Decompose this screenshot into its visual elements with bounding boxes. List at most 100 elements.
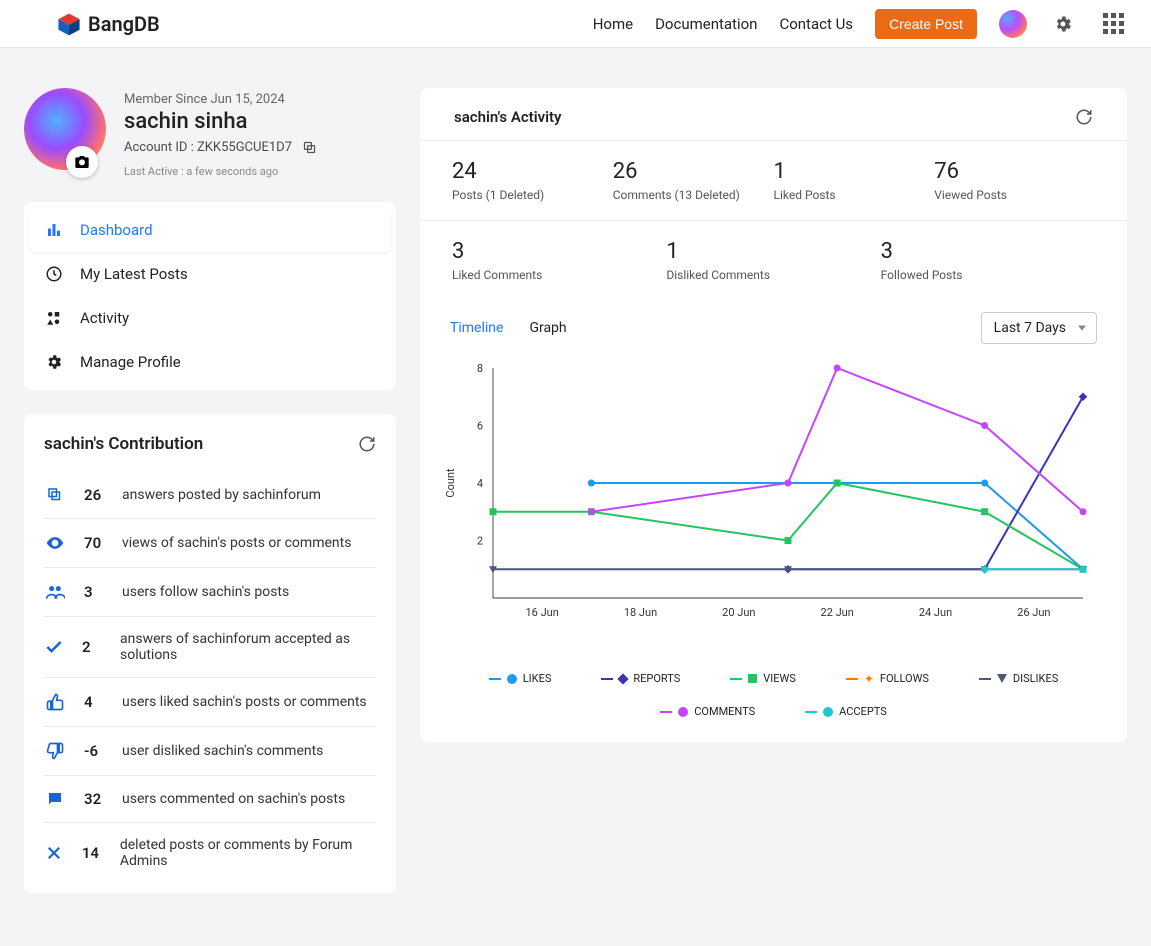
svg-text:26 Jun: 26 Jun (1017, 606, 1050, 619)
check-icon (44, 637, 64, 657)
legend-label: LIKES (523, 672, 552, 685)
legend-label: FOLLOWS (880, 672, 929, 685)
copy-icon[interactable] (302, 140, 317, 155)
sidebar-item-label: Activity (80, 309, 129, 327)
stats-row-top: 24Posts (1 Deleted)26Comments (13 Delete… (420, 140, 1127, 220)
comment-icon (44, 790, 66, 808)
stat-value: 3 (881, 239, 1095, 264)
legend-item[interactable]: ✦FOLLOWS (846, 672, 929, 685)
contribution-row: 4 users liked sachin's posts or comments (44, 678, 376, 727)
contribution-count: 2 (82, 638, 102, 656)
stat: 76Viewed Posts (934, 159, 1095, 202)
contribution-row: 26 answers posted by sachinforum (44, 472, 376, 519)
svg-text:22 Jun: 22 Jun (821, 606, 854, 619)
contribution-title: sachin's Contribution (44, 434, 203, 454)
contribution-card: sachin's Contribution 26 answers posted … (24, 414, 396, 893)
contribution-row: 32 users commented on sachin's posts (44, 776, 376, 823)
chart-tabs: Timeline Graph Last 7 Days (420, 300, 1127, 348)
refresh-icon[interactable] (1075, 108, 1093, 126)
contribution-text: users follow sachin's posts (122, 584, 289, 600)
stat-value: 3 (452, 239, 666, 264)
activity-card: sachin's Activity 24Posts (1 Deleted)26C… (420, 88, 1127, 742)
account-id: Account ID : ZKK55GCUE1D7 (124, 140, 292, 155)
contribution-count: 4 (84, 693, 104, 711)
nav-home[interactable]: Home (593, 15, 633, 33)
tab-timeline[interactable]: Timeline (450, 320, 503, 336)
contribution-count: 14 (82, 844, 102, 862)
svg-text:8: 8 (477, 362, 483, 375)
legend-item[interactable]: ACCEPTS (805, 705, 887, 718)
profile-summary: Member Since Jun 15, 2024 sachin sinha A… (24, 88, 396, 178)
sidebar-item-manage-profile[interactable]: Manage Profile (30, 340, 390, 384)
member-since: Member Since Jun 15, 2024 (124, 92, 317, 107)
apps-grid-icon (1103, 13, 1124, 34)
contribution-row: -6 user disliked sachin's comments (44, 727, 376, 776)
chart-legend: LIKES REPORTS VIEWS ✦FOLLOWS DISLIKES COMMENT… (438, 662, 1109, 718)
stat: 24 Posts (1 Deleted) (452, 159, 613, 202)
svg-text:18 Jun: 18 Jun (624, 606, 657, 619)
svg-text:Count: Count (444, 468, 457, 498)
contribution-text: answers posted by sachinforum (122, 487, 321, 503)
sidebar-item-label: My Latest Posts (80, 265, 188, 283)
bar-chart-icon (45, 221, 63, 239)
legend-item[interactable]: DISLIKES (979, 672, 1058, 685)
sidebar-nav: Dashboard My Latest Posts Activity Manag… (24, 202, 396, 390)
settings-button[interactable] (1049, 10, 1077, 38)
contribution-text: deleted posts or comments by Forum Admin… (120, 837, 376, 869)
legend-item[interactable]: REPORTS (601, 672, 680, 685)
user-avatar[interactable] (999, 10, 1027, 38)
tab-graph[interactable]: Graph (529, 320, 566, 336)
top-bar: BangDB Home Documentation Contact Us Cre… (0, 0, 1151, 48)
gear-icon (1053, 14, 1073, 34)
legend-label: ACCEPTS (839, 705, 887, 718)
gear-icon (45, 353, 63, 371)
sidebar-item-latest-posts[interactable]: My Latest Posts (30, 252, 390, 296)
refresh-icon[interactable] (358, 435, 376, 453)
contribution-row: 2 answers of sachinforum accepted as sol… (44, 617, 376, 678)
nav-contact[interactable]: Contact Us (779, 15, 853, 33)
stat-label: Followed Posts (881, 268, 1095, 282)
stat-label: Posts (1 Deleted) (452, 188, 613, 202)
sidebar-item-activity[interactable]: Activity (30, 296, 390, 340)
top-nav: Home Documentation Contact Us Create Pos… (593, 9, 1127, 39)
contribution-count: 3 (84, 583, 104, 601)
stat-value: 24 (452, 159, 613, 184)
legend-label: REPORTS (633, 672, 680, 685)
legend-label: VIEWS (763, 672, 796, 685)
contribution-text: answers of sachinforum accepted as solut… (120, 631, 376, 663)
svg-text:16 Jun: 16 Jun (526, 606, 559, 619)
legend-item[interactable]: LIKES (489, 672, 552, 685)
stats-row-bottom: 3Liked Comments1Disliked Comments3Follow… (420, 220, 1127, 300)
users-icon (44, 582, 66, 602)
apps-button[interactable] (1099, 10, 1127, 38)
camera-icon (74, 154, 90, 170)
brand-logo[interactable]: BangDB (56, 11, 160, 37)
contribution-text: users commented on sachin's posts (122, 791, 345, 807)
svg-text:2: 2 (477, 535, 483, 548)
legend-item[interactable]: VIEWS (730, 672, 796, 685)
activity-line-chart: 246816 Jun18 Jun20 Jun22 Jun24 Jun26 Jun… (438, 358, 1098, 658)
sidebar-item-dashboard[interactable]: Dashboard (30, 208, 390, 252)
stat-value: 76 (934, 159, 1095, 184)
svg-text:6: 6 (477, 420, 483, 433)
contribution-count: 32 (84, 790, 104, 808)
clock-icon (45, 265, 63, 283)
stat-label: Liked Posts (774, 188, 935, 202)
nav-documentation[interactable]: Documentation (655, 15, 757, 33)
sidebar-item-label: Manage Profile (80, 353, 181, 371)
legend-label: DISLIKES (1013, 672, 1058, 685)
contribution-row: 14 deleted posts or comments by Forum Ad… (44, 823, 376, 883)
legend-item[interactable]: COMMENTS (660, 705, 755, 718)
close-icon (44, 844, 64, 862)
create-post-button[interactable]: Create Post (875, 9, 977, 39)
change-avatar-button[interactable] (66, 146, 98, 178)
stat: 1Liked Posts (774, 159, 935, 202)
contribution-count: -6 (84, 742, 104, 760)
profile-name: sachin sinha (124, 109, 317, 134)
contribution-text: views of sachin's posts or comments (122, 535, 351, 551)
stat-label: Comments (13 Deleted) (613, 188, 774, 202)
range-select[interactable]: Last 7 Days (981, 312, 1097, 344)
legend-label: COMMENTS (694, 705, 755, 718)
contribution-count: 26 (84, 486, 104, 504)
contribution-text: users liked sachin's posts or comments (122, 694, 367, 710)
